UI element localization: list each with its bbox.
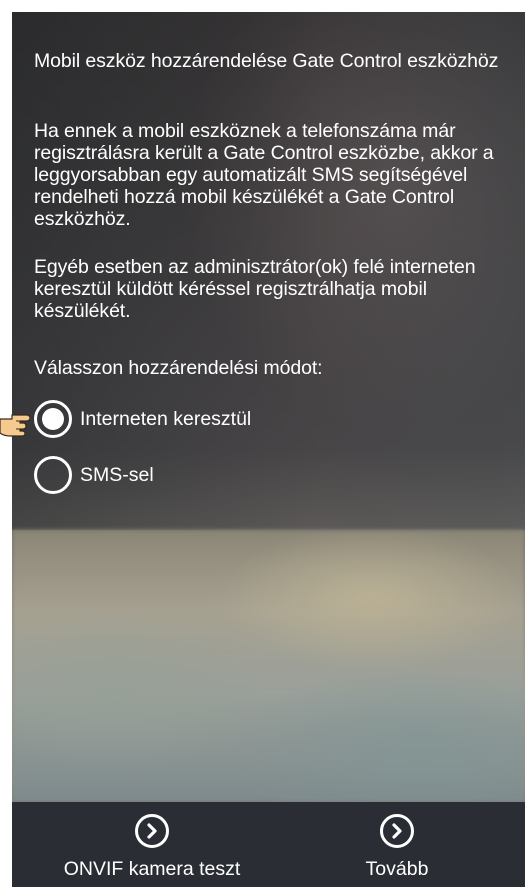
pointing-hand-icon [0,414,30,437]
app-screen: Mobil eszköz hozzárendelése Gate Control… [12,12,525,887]
onvif-camera-test-label: ONVIF kamera teszt [63,858,241,880]
radio-label-internet: Interneten keresztül [80,407,252,430]
next-label: Tovább [365,858,429,880]
page-title: Mobil eszköz hozzárendelése Gate Control… [34,50,499,72]
description-internet: Egyéb esetben az adminisztrátor(ok) felé… [34,256,476,322]
description-sms: Ha ennek a mobil eszköznek a telefonszám… [34,120,494,230]
radio-unselected-icon[interactable] [34,456,72,494]
next-button[interactable]: Tovább [337,814,457,884]
method-prompt: Válasszon hozzárendelési módot: [34,357,323,379]
radio-option-internet[interactable]: Interneten keresztül [34,397,251,441]
bottom-action-bar: ONVIF kamera teszt Tovább [12,802,525,887]
onvif-camera-test-button[interactable]: ONVIF kamera teszt [52,814,252,884]
background-image [12,530,525,802]
chevron-right-circle-icon [380,814,414,848]
radio-dot [42,408,64,430]
radio-option-sms[interactable]: SMS-sel [34,453,154,497]
content-panel: Mobil eszköz hozzárendelése Gate Control… [12,12,525,530]
radio-label-sms: SMS-sel [80,463,154,486]
radio-selected-icon[interactable] [34,400,72,438]
chevron-right-circle-icon [135,814,169,848]
